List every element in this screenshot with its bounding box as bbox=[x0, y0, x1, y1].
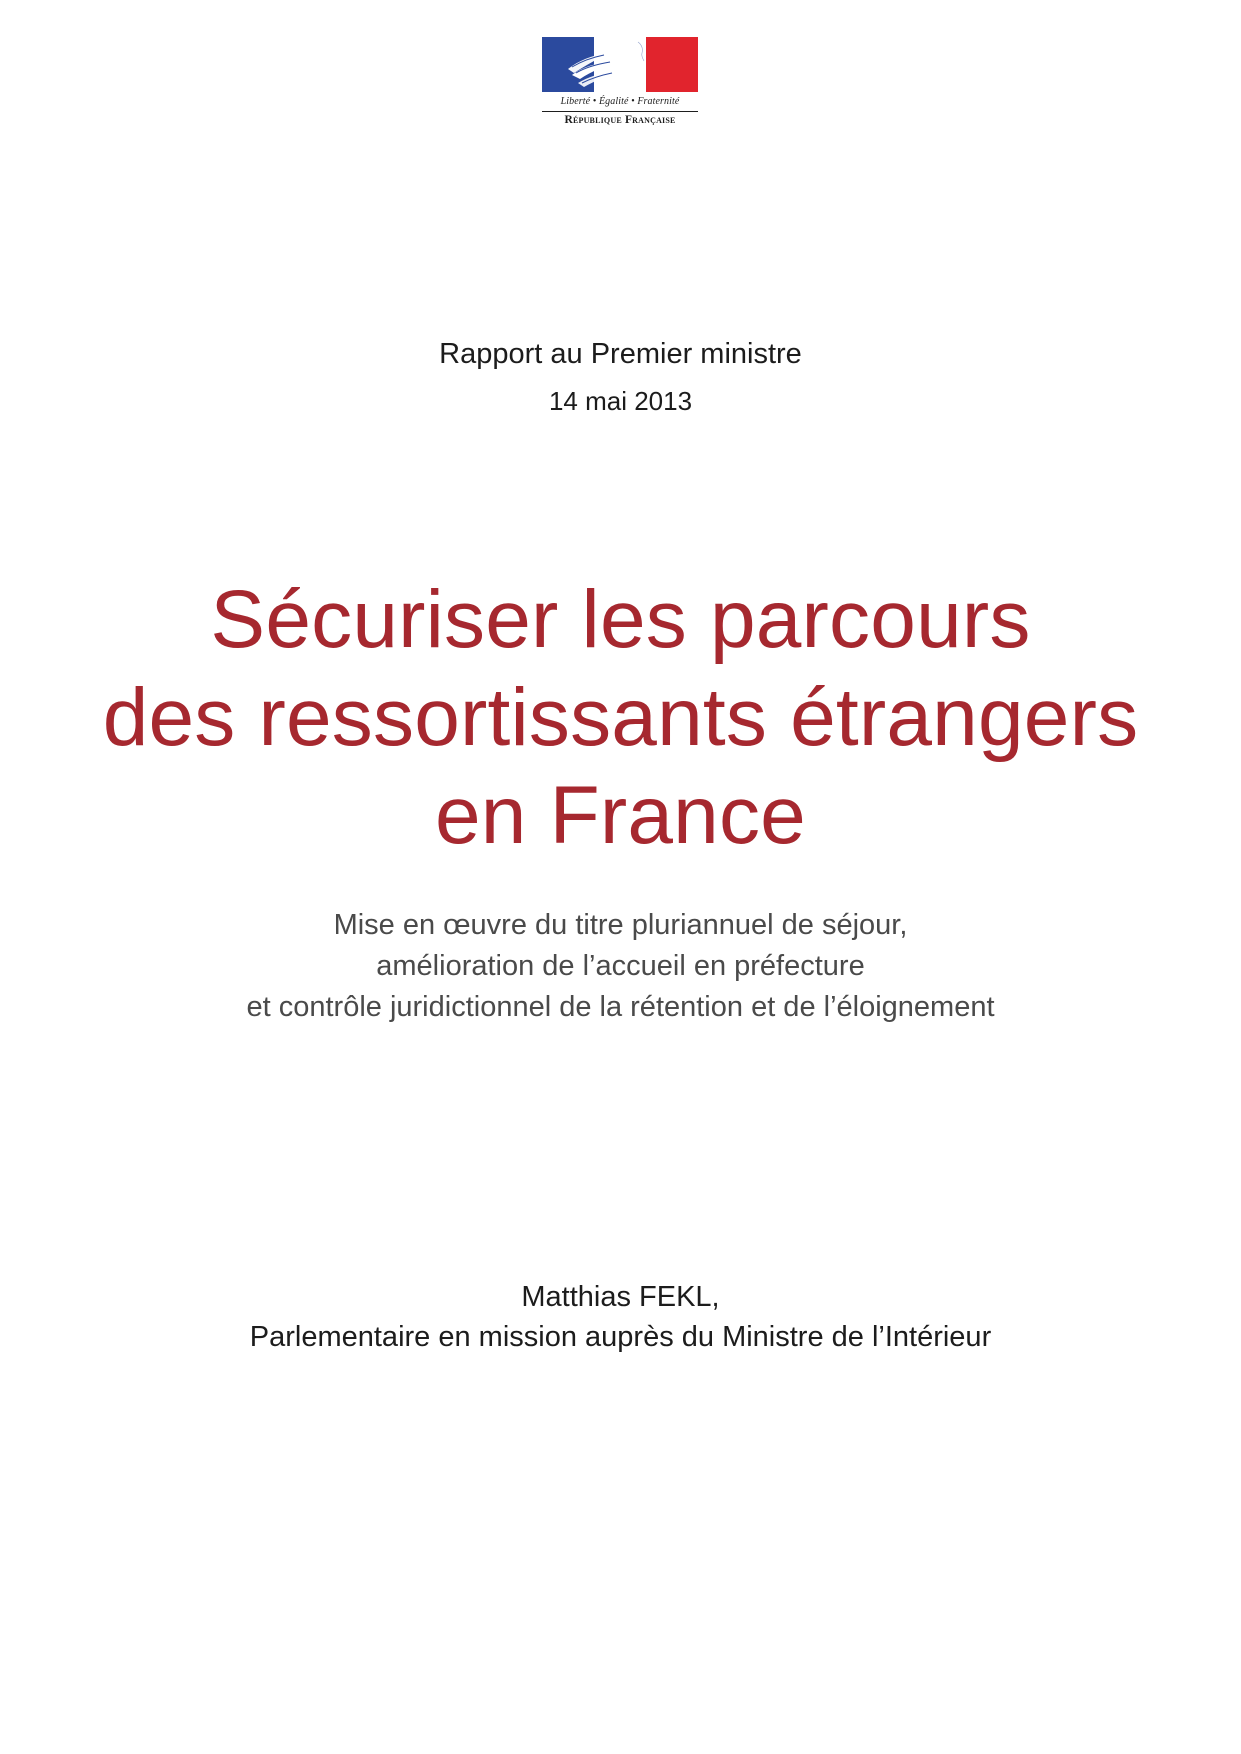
marianne-flag-icon bbox=[542, 37, 698, 92]
report-recipient: Rapport au Premier ministre bbox=[439, 338, 802, 370]
logo-divider bbox=[542, 111, 698, 112]
title-line-2: des ressortissants étrangers bbox=[102, 672, 1139, 763]
republique-francaise-logo: Liberté • Égalité • Fraternité Républiqu… bbox=[542, 37, 698, 131]
report-date: 14 mai 2013 bbox=[548, 386, 693, 416]
document-subtitle: Mise en œuvre du titre pluriannuel de sé… bbox=[0, 905, 1241, 1028]
author-name: Matthias FEKL, bbox=[521, 1281, 720, 1313]
logo-motto: Liberté • Égalité • Fraternité bbox=[560, 96, 680, 107]
document-title: Sécuriser les parcours des ressortissant… bbox=[0, 571, 1241, 865]
subtitle-line-1: Mise en œuvre du titre pluriannuel de sé… bbox=[333, 909, 908, 941]
subtitle-line-2: amélioration de l’accueil en préfecture bbox=[376, 950, 865, 982]
title-line-1: Sécuriser les parcours bbox=[210, 574, 1031, 665]
author-role: Parlementaire en mission auprès du Minis… bbox=[249, 1321, 992, 1353]
subtitle-line-3: et contrôle juridictionnel de la rétenti… bbox=[246, 991, 995, 1023]
logo-republic-name: République Française bbox=[564, 114, 676, 126]
title-line-3: en France bbox=[434, 770, 806, 861]
author-block: Matthias FEKL, Parlementaire en mission … bbox=[0, 1277, 1241, 1357]
